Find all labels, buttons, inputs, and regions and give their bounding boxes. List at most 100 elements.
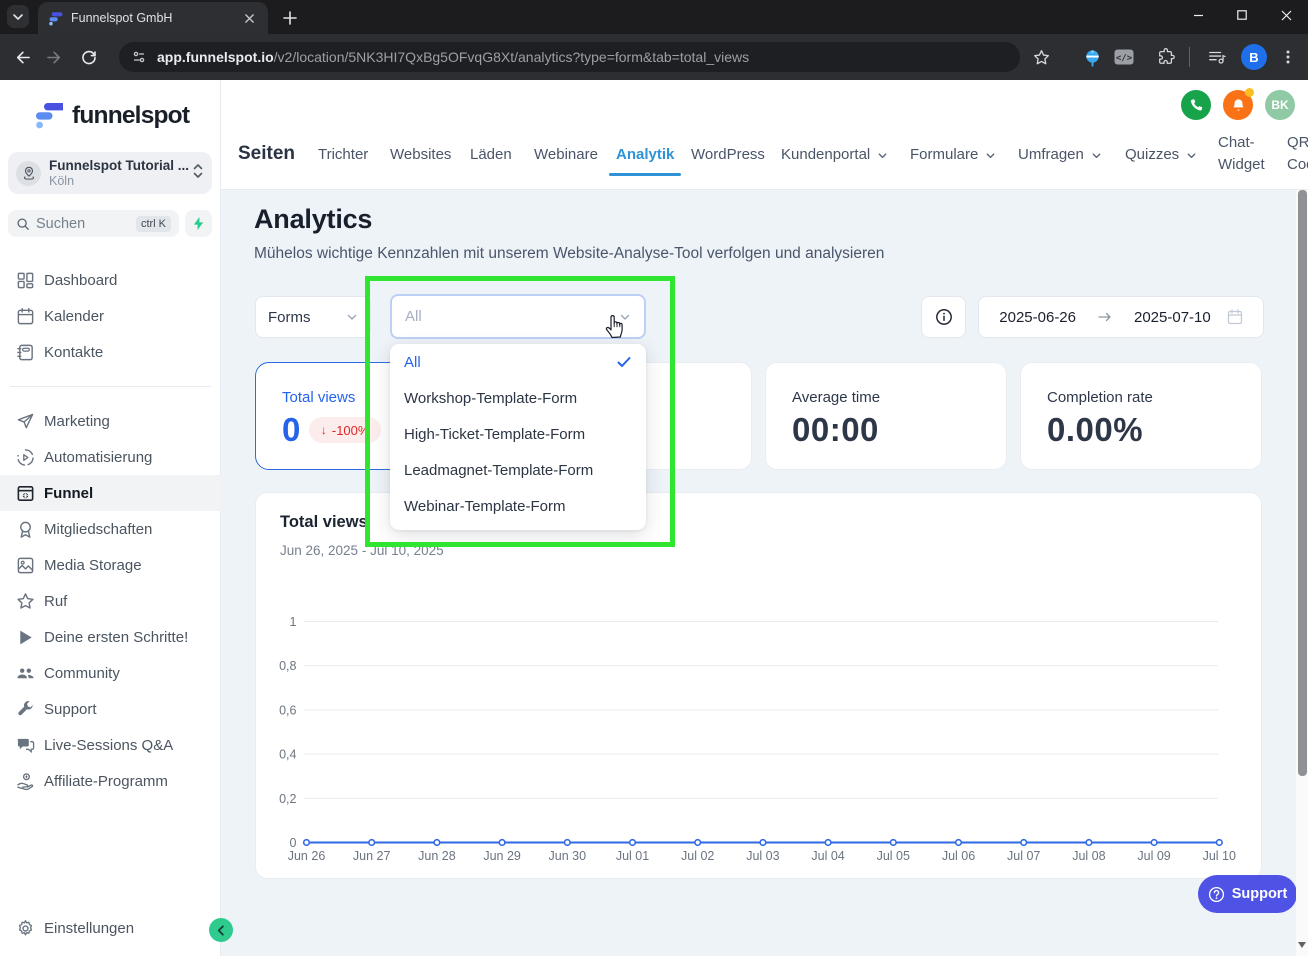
sidebar-item-deine-ersten-schritte[interactable]: Deine ersten Schritte! [0,619,221,655]
tab-label: WordPress [691,146,765,163]
sidebar-item-media-storage[interactable]: Media Storage [0,547,221,583]
search-input[interactable]: Suchen ctrl K [8,210,179,237]
sidebar-item-label: Live-Sessions Q&A [44,736,174,754]
scrollbar[interactable] [1296,190,1308,956]
chart-point[interactable] [1085,838,1093,847]
tab-l-den[interactable]: Läden [470,146,512,163]
chart-point[interactable] [1020,838,1028,847]
reload-button[interactable] [72,40,106,74]
sidebar-item-live-sessions-q-a[interactable]: Live-Sessions Q&A [0,727,221,763]
chart-point[interactable] [759,838,767,847]
sidebar-item-affiliate-programm[interactable]: Affiliate-Programm [0,763,221,799]
x-tick-label: Jun 29 [483,849,521,863]
tab-websites[interactable]: Websites [390,146,451,163]
forward-button[interactable] [38,40,72,74]
tab-search-button[interactable] [7,5,29,28]
sidebar-item-marketing[interactable]: Marketing [0,403,221,439]
date-to[interactable]: 2025-07-10 [1134,309,1211,326]
star-icon [16,592,35,611]
star-icon [1033,49,1049,64]
y-tick-label: 0,8 [279,659,296,673]
tab-label: Websites [390,146,452,163]
window-minimize-button[interactable] [1176,0,1220,30]
sidebar-nav: Dashboard Kalender Kontakte Marketing Automa… [0,262,221,799]
tab-umfragen[interactable]: Umfragen [1018,146,1102,163]
sidebar-item-kontakte[interactable]: Kontakte [0,334,221,370]
sidebar-item-support[interactable]: Support [0,691,221,727]
chart-point[interactable] [824,838,832,847]
extensions-button[interactable] [1149,40,1183,74]
sidebar-item-automatisierung[interactable]: Automatisierung [0,439,221,475]
window-close-button[interactable] [1264,0,1308,30]
phone-button[interactable] [1181,90,1211,120]
date-range-picker[interactable]: 2025-06-26 2025-07-10 [978,296,1264,338]
sidebar-item-kalender[interactable]: Kalender [0,298,221,334]
extension-colorpick-button[interactable] [1075,40,1109,74]
annotation-highlight-box [365,276,675,547]
new-tab-button[interactable] [276,4,304,32]
profile-avatar[interactable]: B [1237,40,1271,74]
tab-trichter[interactable]: Trichter [318,146,368,163]
quick-actions-button[interactable] [185,210,212,237]
chevron-down-icon [1187,153,1196,159]
x-tick-label: Jul 08 [1072,849,1105,863]
mouse-cursor [605,315,623,339]
user-avatar[interactable]: BK [1265,90,1295,120]
date-from[interactable]: 2025-06-26 [999,309,1076,326]
sidebar-item-einstellungen[interactable]: Einstellungen [0,910,221,946]
address-bar[interactable]: app.funnelspot.io/v2/location/5NK3HI7QxB… [119,42,1020,72]
scrollbar-thumb[interactable] [1297,190,1307,776]
sidebar-item-label: Ruf [44,592,68,610]
sidebar-item-ruf[interactable]: Ruf [0,583,221,619]
info-button[interactable] [921,296,966,338]
tab-chat-widget[interactable]: Chat- Widget [1218,132,1265,176]
tab-wordpress[interactable]: WordPress [691,146,765,163]
window-maximize-button[interactable] [1220,0,1264,30]
sidebar-item-label: Community [44,664,120,682]
scrollbar-down-arrow[interactable] [1298,942,1306,948]
chart-point[interactable] [433,838,441,847]
workspace-selector[interactable]: Funnelspot Tutorial ... Köln [8,152,212,194]
tab-analytik[interactable]: Analytik [608,146,682,176]
type-select[interactable]: Forms [255,296,371,338]
tab-kundenportal[interactable]: Kundenportal [781,146,888,163]
extension-code-button[interactable]: </> [1107,40,1141,74]
notifications-button[interactable] [1223,88,1254,120]
back-arrow-icon [16,51,30,63]
puzzle-icon [1159,48,1175,64]
sidebar-item-funnel[interactable]: Funnel [0,475,221,511]
sidebar-item-community[interactable]: Community [0,655,221,691]
media-controls-button[interactable] [1200,40,1234,74]
chart-point[interactable] [628,838,637,847]
tab-quizzes[interactable]: Quizzes [1125,146,1197,163]
search-row: Suchen ctrl K [8,210,212,237]
chart-point[interactable] [889,838,897,847]
chart-point[interactable] [1215,838,1223,847]
browser-menu-button[interactable] [1271,40,1305,74]
chart-point[interactable] [563,838,571,847]
chart-point[interactable] [1150,838,1158,847]
back-button[interactable] [4,40,38,74]
toolbar-separator [1189,47,1190,67]
tab-close-button[interactable] [240,9,258,27]
sidebar-item-dashboard[interactable]: Dashboard [0,262,221,298]
tab-qr-code[interactable]: QR- Code [1287,132,1308,176]
tab-label: Kundenportal [781,146,871,163]
chart-point[interactable] [498,838,506,847]
chart-point[interactable] [368,838,376,847]
sidebar-collapse-button[interactable] [209,918,233,942]
trend-value: -100% [331,422,370,438]
community-icon [16,664,35,683]
site-info-icon[interactable] [131,49,147,65]
chart-point[interactable] [954,838,963,847]
bookmark-star-button[interactable] [1024,40,1058,74]
support-button[interactable]: Support [1198,875,1297,913]
sidebar-item-mitgliedschaften[interactable]: Mitgliedschaften [0,511,221,547]
stat-value: 00:00 [792,411,879,448]
browser-tab[interactable]: Funnelspot GmbH [38,2,268,34]
tab-formulare[interactable]: Formulare [910,146,996,163]
x-tick-label: Jun 30 [549,849,587,863]
chart-point[interactable] [694,838,702,847]
tab-webinare[interactable]: Webinare [534,146,598,163]
chart-point[interactable] [302,838,311,847]
